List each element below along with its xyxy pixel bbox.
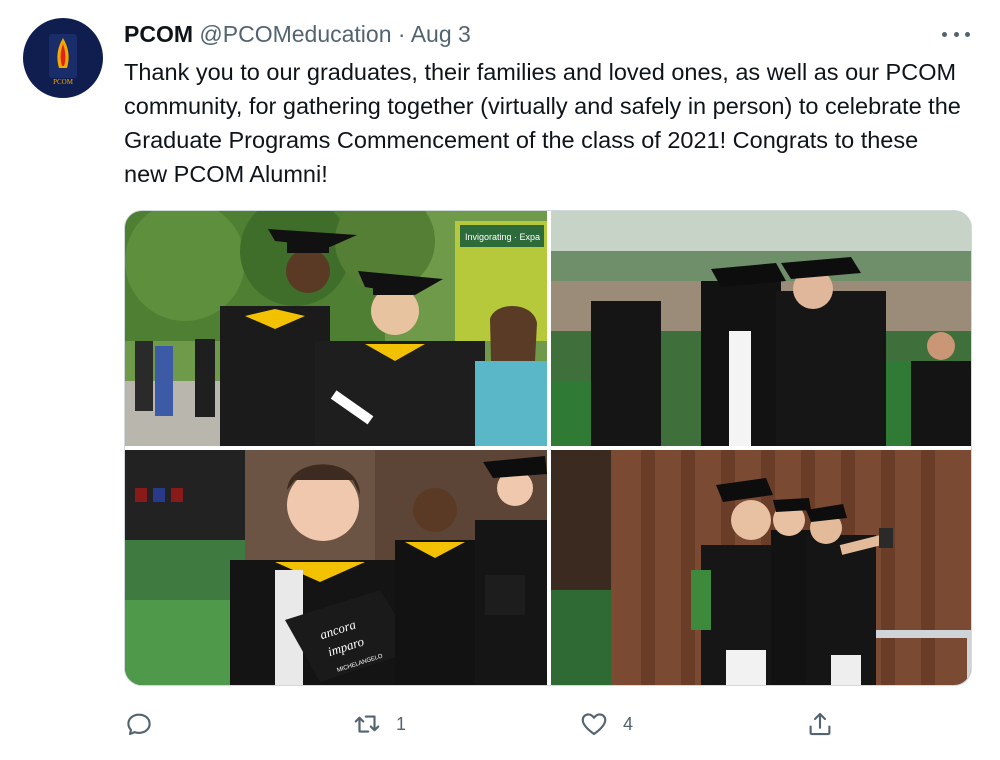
photo-graduates-selfie[interactable] <box>551 450 971 685</box>
more-options-icon[interactable] <box>940 20 972 48</box>
author-avatar[interactable]: PCOM <box>23 18 103 98</box>
retweet-count: 1 <box>396 713 407 734</box>
photo-graduates-outdoors[interactable]: Invigorating · Expa <box>125 211 547 446</box>
tweet-text: Thank you to our graduates, their famili… <box>124 59 961 187</box>
photo-graduates-hugging[interactable] <box>551 211 971 446</box>
like-count: 4 <box>623 713 634 734</box>
reply-icon <box>127 713 151 736</box>
svg-text:PCOM: PCOM <box>53 78 74 86</box>
reply-button[interactable] <box>124 706 154 742</box>
tweet-actions: 1 4 <box>124 706 972 742</box>
svg-text:Invigorating · Expa: Invigorating · Expa <box>465 232 540 242</box>
share-button[interactable] <box>805 706 835 742</box>
header-separator: · <box>397 21 406 47</box>
retweet-icon <box>354 715 380 733</box>
photo-graduate-decorated-cap[interactable]: ancora imparo MICHELANGELO <box>125 450 547 685</box>
heart-icon <box>581 713 607 736</box>
retweet-button[interactable]: 1 <box>352 706 406 742</box>
media-grid: Invigorating · Expa ancora imparo MICHEL… <box>124 210 972 686</box>
like-button[interactable]: 4 <box>579 706 633 742</box>
author-name[interactable]: PCOM <box>124 21 193 47</box>
pcom-logo-icon: PCOM <box>49 34 77 86</box>
author-handle[interactable]: @PCOMeducation <box>199 21 391 47</box>
tweet-header: PCOM @PCOMeducation · Aug 3 <box>124 18 471 50</box>
share-icon <box>809 712 831 736</box>
tweet-date[interactable]: Aug 3 <box>411 21 471 47</box>
